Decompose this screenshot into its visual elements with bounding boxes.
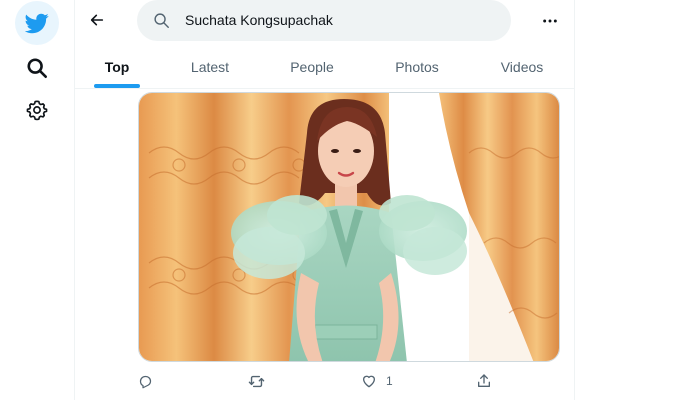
more-horizontal-icon [543, 19, 557, 23]
heart-icon [362, 375, 376, 388]
tab-videos[interactable]: Videos [492, 46, 552, 88]
share-icon [478, 374, 490, 387]
explore-button[interactable] [22, 53, 52, 83]
gear-icon [26, 100, 48, 121]
like-button[interactable]: 1 [361, 370, 393, 392]
tweet-photo[interactable] [138, 92, 560, 362]
arrow-left-icon [90, 14, 104, 26]
retweet-button[interactable] [248, 370, 274, 392]
tab-people[interactable]: People [282, 46, 342, 88]
reply-icon [139, 375, 152, 388]
like-count: 1 [386, 374, 393, 388]
back-button[interactable] [83, 6, 111, 34]
twitter-bird-icon [25, 13, 49, 34]
search-input[interactable]: Suchata Kongsupachak [185, 12, 333, 28]
left-nav-rail [0, 0, 74, 400]
tab-latest[interactable]: Latest [180, 46, 240, 88]
share-button[interactable] [476, 370, 492, 392]
tab-top[interactable]: Top [94, 46, 140, 88]
search-icon [27, 58, 47, 78]
search-box[interactable]: Suchata Kongsupachak [137, 0, 511, 41]
search-icon [154, 13, 169, 28]
tab-photos[interactable]: Photos [387, 46, 447, 88]
settings-button[interactable] [22, 95, 52, 125]
retweet-icon [248, 375, 265, 387]
search-tabs: Top Latest People Photos Videos [74, 46, 574, 88]
column-divider-right [574, 0, 575, 400]
reply-button[interactable] [138, 370, 162, 392]
more-options-button[interactable] [536, 7, 564, 35]
twitter-logo-button[interactable] [15, 1, 59, 45]
tabs-divider [74, 88, 574, 89]
